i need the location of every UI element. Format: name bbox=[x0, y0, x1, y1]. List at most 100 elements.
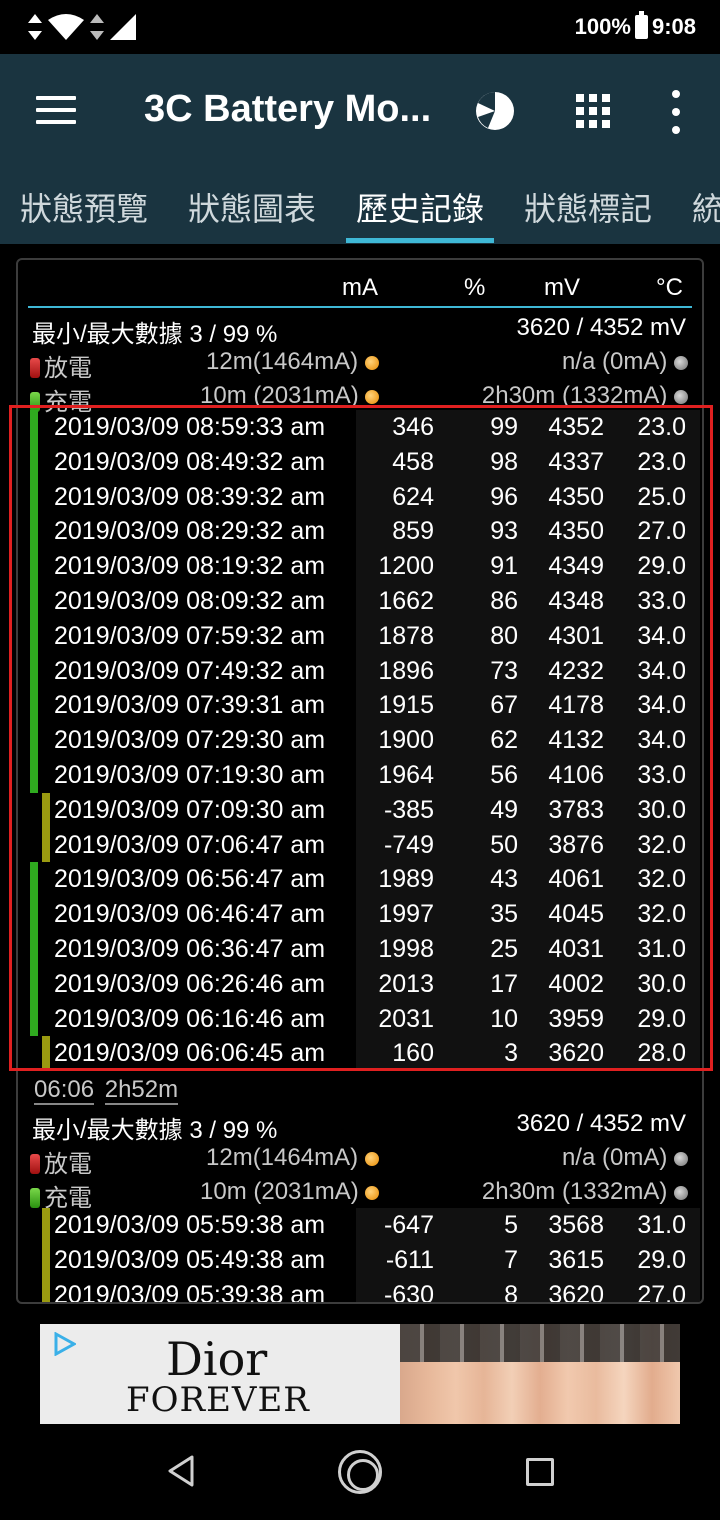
row-temperature: 32.0 bbox=[637, 830, 686, 859]
table-row[interactable]: 2019/03/09 08:59:33 am 346 99 4352 23.0 bbox=[18, 410, 702, 445]
row-datetime: 2019/03/09 08:19:32 am bbox=[54, 552, 326, 581]
table-row[interactable]: 2019/03/09 08:49:32 am 458 98 4337 23.0 bbox=[18, 444, 702, 480]
row-mv: 4106 bbox=[548, 761, 604, 789]
row-percent: 17 bbox=[490, 969, 518, 998]
row-percent: 8 bbox=[504, 1280, 518, 1304]
tab-status-chart[interactable]: 狀態圖表 bbox=[188, 184, 316, 230]
row-temperature: 29.0 bbox=[637, 1245, 686, 1274]
row-temperature: 23.0 bbox=[637, 413, 686, 441]
gray-dot-icon bbox=[674, 1185, 688, 1200]
table-row[interactable]: 2019/03/09 06:46:47 am 1997 35 4045 32.0 bbox=[18, 897, 702, 932]
row-mv: 4045 bbox=[548, 900, 604, 929]
table-row[interactable]: 2019/03/09 08:09:32 am 1662 86 4348 33.0 bbox=[18, 584, 702, 619]
row-temperature: 29.0 bbox=[637, 552, 686, 581]
row-mv: 3568 bbox=[548, 1211, 604, 1239]
row-ma: -385 bbox=[383, 795, 434, 824]
row-percent: 3 bbox=[504, 1039, 518, 1068]
row-mv: 4337 bbox=[548, 447, 604, 476]
tab-statistics[interactable]: 統 bbox=[692, 184, 720, 230]
charge-indicator bbox=[30, 584, 38, 619]
row-ma: 1915 bbox=[378, 691, 434, 720]
row-temperature: 29.0 bbox=[637, 1004, 686, 1033]
charge-indicator bbox=[30, 549, 38, 584]
recent-apps-icon[interactable] bbox=[526, 1458, 554, 1486]
table-row[interactable]: 2019/03/09 07:19:30 am 1964 56 4106 33.0 bbox=[18, 758, 702, 793]
discharge-indicator bbox=[42, 792, 50, 828]
session-gap: 06:06 2h52m bbox=[34, 1076, 179, 1105]
row-datetime: 2019/03/09 07:49:32 am bbox=[54, 656, 326, 685]
ad-choices-icon[interactable] bbox=[52, 1332, 76, 1356]
table-row[interactable]: 2019/03/09 05:49:38 am -611 7 3615 29.0 bbox=[18, 1242, 702, 1278]
table-row[interactable]: 2019/03/09 05:39:38 am -630 8 3620 27.0 bbox=[18, 1277, 702, 1304]
row-datetime: 2019/03/09 06:06:45 am bbox=[54, 1039, 326, 1068]
row-mv: 4301 bbox=[548, 621, 604, 650]
row-percent: 35 bbox=[490, 900, 518, 929]
charge-indicator bbox=[30, 514, 38, 550]
row-datetime: 2019/03/09 08:09:32 am bbox=[54, 587, 326, 615]
table-row[interactable]: 2019/03/09 07:06:47 am -749 50 3876 32.0 bbox=[18, 827, 702, 863]
tab-bar: 狀態預覽 狀態圖表 歷史記錄 狀態標記 統 bbox=[0, 166, 720, 244]
row-datetime: 2019/03/09 08:29:32 am bbox=[54, 517, 326, 546]
row-datetime: 2019/03/09 08:59:33 am bbox=[54, 413, 326, 441]
status-icons-right: 100% 9:08 bbox=[574, 11, 696, 40]
row-mv: 4350 bbox=[548, 517, 604, 546]
charge-right: 2h30m (1332mA) bbox=[482, 382, 688, 410]
grid-icon[interactable] bbox=[576, 94, 610, 128]
orange-dot-icon bbox=[365, 389, 380, 404]
col-ma: mA bbox=[342, 274, 378, 301]
tab-status-markers[interactable]: 狀態標記 bbox=[524, 184, 652, 230]
row-ma: 458 bbox=[392, 447, 434, 476]
discharge-battery-icon bbox=[30, 357, 40, 378]
discharge-summary-2: 放電 bbox=[30, 1144, 92, 1179]
history-panel[interactable]: mA % mV °C 最小/最大數據 3 / 99 % 3620 / 4352 … bbox=[16, 258, 704, 1304]
more-options-icon[interactable] bbox=[670, 90, 682, 134]
row-percent: 86 bbox=[490, 587, 518, 615]
table-row[interactable]: 2019/03/09 07:49:32 am 1896 73 4232 34.0 bbox=[18, 653, 702, 689]
row-percent: 67 bbox=[490, 691, 518, 720]
battery-percent: 100% bbox=[574, 14, 631, 39]
table-row[interactable]: 2019/03/09 05:59:38 am -647 5 3568 31.0 bbox=[18, 1208, 702, 1243]
row-mv: 4349 bbox=[548, 552, 604, 581]
menu-icon[interactable] bbox=[36, 96, 76, 124]
ad-banner[interactable]: Dior FOREVER bbox=[40, 1324, 680, 1424]
row-mv: 4348 bbox=[548, 587, 604, 615]
home-icon[interactable] bbox=[338, 1450, 382, 1494]
tab-status-overview[interactable]: 狀態預覽 bbox=[20, 184, 148, 230]
discharge-summary: 放電 bbox=[30, 348, 92, 383]
charge-indicator bbox=[30, 618, 38, 654]
row-datetime: 2019/03/09 07:59:32 am bbox=[54, 621, 326, 650]
col-mv: mV bbox=[544, 274, 580, 301]
table-row[interactable]: 2019/03/09 07:39:31 am 1915 67 4178 34.0 bbox=[18, 688, 702, 724]
table-row[interactable]: 2019/03/09 08:19:32 am 1200 91 4349 29.0 bbox=[18, 549, 702, 584]
row-ma: 1900 bbox=[378, 726, 434, 755]
table-row[interactable]: 2019/03/09 07:09:30 am -385 49 3783 30.0 bbox=[18, 792, 702, 828]
ad-tagline: FOREVER bbox=[126, 1380, 310, 1420]
row-datetime: 2019/03/09 05:39:38 am bbox=[54, 1280, 326, 1304]
table-row[interactable]: 2019/03/09 08:39:32 am 624 96 4350 25.0 bbox=[18, 479, 702, 515]
row-ma: -630 bbox=[383, 1280, 434, 1304]
table-row[interactable]: 2019/03/09 06:16:46 am 2031 10 3959 29.0 bbox=[18, 1001, 702, 1037]
minmax-mv-2: 3620 / 4352 mV bbox=[516, 1110, 686, 1137]
row-temperature: 30.0 bbox=[637, 795, 686, 824]
row-ma: 1997 bbox=[378, 900, 434, 929]
data-transfer-icon-2 bbox=[90, 14, 104, 40]
pie-chart-icon[interactable] bbox=[474, 90, 516, 132]
charge-right-2: 2h30m (1332mA) bbox=[482, 1178, 688, 1206]
table-row[interactable]: 2019/03/09 08:29:32 am 859 93 4350 27.0 bbox=[18, 514, 702, 550]
row-datetime: 2019/03/09 07:09:30 am bbox=[54, 795, 326, 824]
table-row[interactable]: 2019/03/09 06:26:46 am 2013 17 4002 30.0 bbox=[18, 966, 702, 1002]
row-percent: 98 bbox=[490, 447, 518, 476]
row-ma: 2013 bbox=[378, 969, 434, 998]
gray-dot-icon bbox=[674, 1151, 688, 1166]
table-row[interactable]: 2019/03/09 06:06:45 am 160 3 3620 28.0 bbox=[18, 1036, 702, 1072]
discharge-value: 12m(1464mA) bbox=[206, 348, 379, 376]
tab-history[interactable]: 歷史記錄 bbox=[356, 184, 484, 230]
table-row[interactable]: 2019/03/09 07:29:30 am 1900 62 4132 34.0 bbox=[18, 723, 702, 758]
table-row[interactable]: 2019/03/09 06:36:47 am 1998 25 4031 31.0 bbox=[18, 932, 702, 967]
table-row[interactable]: 2019/03/09 07:59:32 am 1878 80 4301 34.0 bbox=[18, 618, 702, 654]
table-row[interactable]: 2019/03/09 06:56:47 am 1989 43 4061 32.0 bbox=[18, 862, 702, 898]
back-icon[interactable] bbox=[166, 1454, 196, 1488]
orange-dot-icon bbox=[364, 1151, 379, 1166]
row-datetime: 2019/03/09 06:36:47 am bbox=[54, 935, 326, 963]
discharge-value-2: 12m(1464mA) bbox=[206, 1144, 379, 1172]
